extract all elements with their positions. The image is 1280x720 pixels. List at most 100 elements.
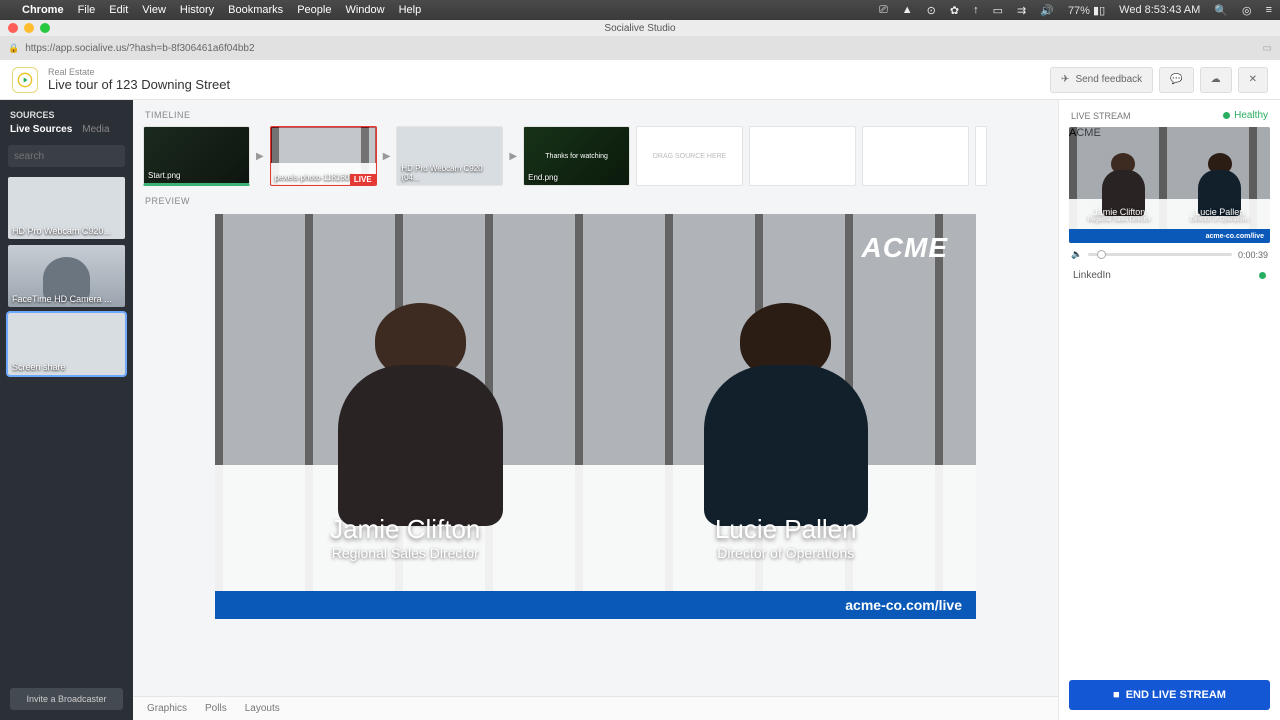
menu-people[interactable]: People <box>297 4 331 16</box>
person-name: Jamie Clifton <box>1073 207 1165 217</box>
status-dot-icon <box>1223 112 1230 119</box>
timeline-slot[interactable]: HD Pro Webcam C920 (04... <box>396 126 503 186</box>
tab-layouts[interactable]: Layouts <box>245 703 280 714</box>
person-role: Regional Sales Director <box>230 545 580 561</box>
lock-icon: 🔒 <box>8 43 19 54</box>
project-title: Live tour of 123 Downing Street <box>48 77 230 92</box>
timeline-slot-blank[interactable] <box>975 126 987 186</box>
tray-siri-icon[interactable]: ◎ <box>1242 4 1252 17</box>
person-role: Director of Operations <box>611 545 961 561</box>
person-name: Jamie Clifton <box>230 514 580 545</box>
browser-url-bar[interactable]: 🔒 https://app.socialive.us/?hash=b-8f306… <box>0 36 1280 60</box>
source-facetime-hd[interactable]: FaceTime HD Camera ... <box>8 245 125 307</box>
source-label: Screen share <box>12 362 66 372</box>
source-screen-share[interactable]: Screen share <box>8 313 125 375</box>
preview-url: acme-co.com/live <box>845 597 962 613</box>
send-feedback-button[interactable]: ✈ Send feedback <box>1050 67 1153 93</box>
slot-caption: Start.png <box>148 171 180 180</box>
tray-display-icon[interactable]: ▭ <box>993 4 1003 17</box>
close-icon[interactable] <box>8 23 18 33</box>
menu-history[interactable]: History <box>180 4 214 16</box>
seek-slider[interactable] <box>1088 253 1232 256</box>
slider-knob[interactable] <box>1097 250 1106 259</box>
tray-icon[interactable]: ✿ <box>950 4 959 17</box>
url-text[interactable]: https://app.socialive.us/?hash=b-8f30646… <box>25 43 1256 54</box>
sources-sidebar: SOURCES Live Sources Media 🔍 HD Pro Webc… <box>0 100 133 720</box>
live-output-thumb[interactable]: ACME Jamie CliftonRegional Sales Directo… <box>1069 127 1270 243</box>
timeline-slot-blank[interactable] <box>862 126 969 186</box>
end-live-label: END LIVE STREAM <box>1126 689 1226 701</box>
menu-help[interactable]: Help <box>399 4 422 16</box>
menu-window[interactable]: Window <box>345 4 384 16</box>
tab-media[interactable]: Media <box>82 124 109 135</box>
send-feedback-label: Send feedback <box>1075 74 1142 85</box>
lower-third-left: Jamie Clifton Regional Sales Director <box>230 514 580 561</box>
tray-wifi-icon[interactable]: ⇉ <box>1017 4 1026 17</box>
source-webcam-hd-pro[interactable]: HD Pro Webcam C920... <box>8 177 125 239</box>
close-button[interactable]: ✕ <box>1238 67 1268 93</box>
tab-live-sources[interactable]: Live Sources <box>10 124 72 135</box>
person-right <box>672 303 900 526</box>
lower-third-right: Lucie Pallen Director of Operations <box>611 514 961 561</box>
tab-polls[interactable]: Polls <box>205 703 227 714</box>
status-dot-icon <box>1259 272 1266 279</box>
timeline-slot-blank[interactable] <box>749 126 856 186</box>
timeline: Start.png ▶ pexels-photo-1181605... LIVE… <box>133 126 1058 186</box>
tray-cast-icon[interactable]: ⎚ <box>879 4 888 17</box>
app-header: Real Estate Live tour of 123 Downing Str… <box>0 60 1280 100</box>
drag-hint: DRAG SOURCE HERE <box>653 153 727 160</box>
settings-button[interactable]: ☁ <box>1200 67 1232 93</box>
tray-icon[interactable]: ⊙ <box>927 4 936 17</box>
menu-view[interactable]: View <box>142 4 166 16</box>
playback-controls: 🔈 0:00:39 <box>1059 243 1280 266</box>
timeline-slot-live[interactable]: pexels-photo-1181605... LIVE <box>270 126 377 186</box>
preview-heading: PREVIEW <box>133 186 1058 212</box>
menu-file[interactable]: File <box>78 4 96 16</box>
menu-edit[interactable]: Edit <box>109 4 128 16</box>
preview-canvas[interactable]: ACME Jamie Clifton Regional Sales Direct… <box>215 214 976 619</box>
chat-button[interactable]: 💬 <box>1159 67 1193 93</box>
source-label: HD Pro Webcam C920... <box>12 226 111 236</box>
brand-watermark: ACME <box>862 232 948 264</box>
minimize-icon[interactable] <box>24 23 34 33</box>
stop-icon: ■ <box>1113 689 1120 701</box>
tray-search-icon[interactable]: 🔍 <box>1214 4 1228 17</box>
person-name: Lucie Pallen <box>611 514 961 545</box>
present-icon[interactable]: ▭ <box>1263 43 1272 54</box>
live-stream-heading: LIVE STREAM <box>1071 111 1131 121</box>
destination-name: LinkedIn <box>1073 270 1111 281</box>
bottom-tabs: Graphics Polls Layouts <box>133 696 1058 720</box>
end-live-stream-button[interactable]: ■ END LIVE STREAM <box>1069 680 1270 710</box>
tray-clock[interactable]: Wed 8:53:43 AM <box>1119 4 1200 16</box>
destination-row[interactable]: LinkedIn <box>1059 266 1280 285</box>
tray-volume-icon[interactable]: 🔊 <box>1040 4 1054 17</box>
invite-broadcaster-button[interactable]: Invite a Broadcaster <box>10 688 123 710</box>
source-label: FaceTime HD Camera ... <box>12 294 112 304</box>
zoom-icon[interactable] <box>40 23 50 33</box>
chevron-right-icon: ▶ <box>383 151 391 162</box>
app-logo[interactable] <box>12 67 38 93</box>
timeline-slot-end[interactable]: Thanks for watching End.png <box>523 126 630 186</box>
timeline-slot-start[interactable]: Start.png <box>143 126 250 186</box>
elapsed-time: 0:00:39 <box>1238 250 1268 260</box>
timeline-slot-empty[interactable]: DRAG SOURCE HERE <box>636 126 743 186</box>
tray-notif-icon[interactable]: ≡ <box>1266 4 1272 16</box>
menu-app[interactable]: Chrome <box>22 4 64 16</box>
search-input[interactable] <box>14 151 146 162</box>
tray-battery[interactable]: 77% ▮▯ <box>1068 4 1105 17</box>
window-titlebar: Socialive Studio <box>0 20 1280 36</box>
volume-icon[interactable]: 🔈 <box>1071 249 1082 260</box>
stream-status: Healthy <box>1223 110 1268 121</box>
preview-url: acme-co.com/live <box>1206 233 1264 240</box>
paper-plane-icon: ✈ <box>1061 74 1069 85</box>
traffic-lights[interactable] <box>8 23 50 33</box>
slot-caption: HD Pro Webcam C920 (04... <box>401 164 502 182</box>
source-search[interactable]: 🔍 <box>8 145 125 167</box>
project-category: Real Estate <box>48 67 230 77</box>
tray-icon[interactable]: ▲ <box>902 4 913 16</box>
person-role: Director of Operations <box>1174 217 1266 223</box>
menu-bookmarks[interactable]: Bookmarks <box>228 4 283 16</box>
sliders-icon: ☁ <box>1211 74 1221 85</box>
tray-icon[interactable]: ↑ <box>973 4 979 16</box>
tab-graphics[interactable]: Graphics <box>147 703 187 714</box>
